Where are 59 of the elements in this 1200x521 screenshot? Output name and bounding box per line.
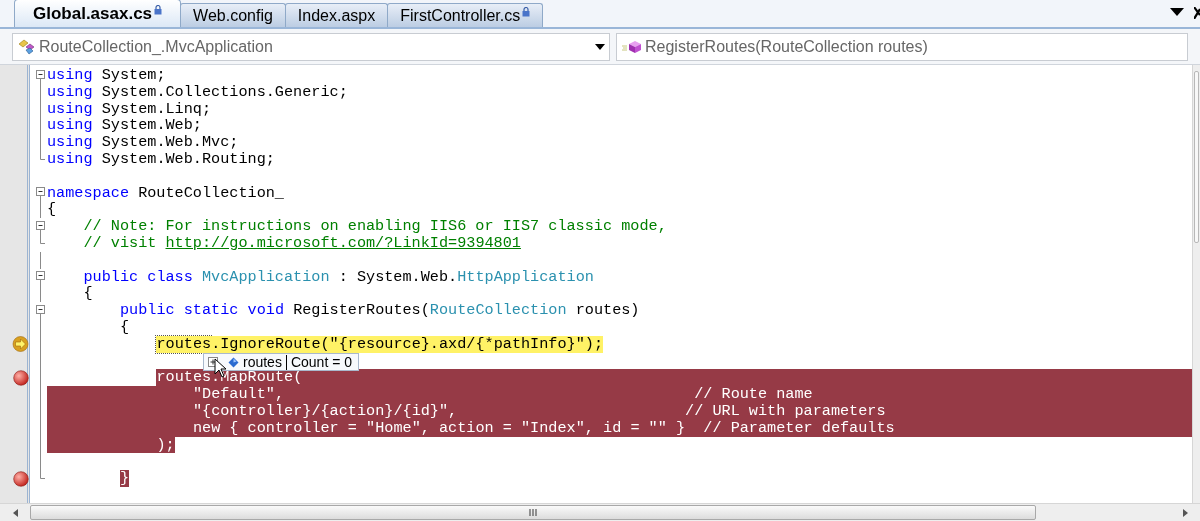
code-text: using: [47, 100, 93, 118]
datatip-value: Count = 0: [290, 352, 353, 371]
code-text: System.Linq;: [100, 100, 212, 118]
scroll-right-icon[interactable]: [1183, 508, 1188, 517]
code-text: using: [47, 67, 93, 84]
code-text: {: [119, 318, 130, 336]
breakpoint-icon[interactable]: [12, 369, 29, 386]
document-tab[interactable]: FirstController.cs: [387, 3, 544, 27]
code-text: public class: [83, 268, 194, 286]
close-icon[interactable]: [1194, 7, 1200, 19]
code-text: routes): [574, 302, 640, 319]
collapse-icon[interactable]: [36, 218, 45, 236]
document-tab[interactable]: Web.config: [180, 3, 286, 27]
code-text: // visit: [83, 234, 158, 252]
method-icon: [621, 38, 643, 55]
code-text: System.Web.Routing;: [100, 151, 275, 168]
code-text: System.Web;: [100, 117, 202, 135]
datatip-name: routes: [243, 352, 282, 371]
code-text: RegisterRoutes(: [292, 302, 430, 319]
code-text: // Note: For instructions on enabling IIS6 or IIS7 classic mode,: [83, 218, 667, 235]
code-text: using: [47, 134, 93, 151]
type-dropdown[interactable]: RouteCollection_.MvcApplication: [12, 32, 610, 61]
collapse-icon[interactable]: [36, 184, 45, 202]
code-text: MvcApplication: [201, 268, 330, 286]
member-dropdown[interactable]: RegisterRoutes(RouteCollection routes): [616, 32, 1188, 61]
code-text: using: [47, 151, 93, 168]
document-tab[interactable]: Global.asax.cs: [14, 0, 182, 27]
grip-icon: [528, 509, 538, 516]
scroll-left-icon[interactable]: [12, 508, 18, 517]
code-text: {: [83, 285, 93, 303]
document-tab[interactable]: Index.aspx: [284, 3, 389, 27]
code-text: .IgnoreRoute("{resource}.axd/{*pathInfo}");: [211, 335, 604, 353]
class-icon: [17, 38, 37, 55]
variable-icon: [228, 356, 239, 368]
collapse-icon[interactable]: [36, 302, 45, 320]
dropdown-arrow-icon: [595, 43, 605, 50]
code-text: System.Collections.Generic;: [100, 83, 348, 101]
code-text: {: [47, 201, 57, 219]
lock-icon: [522, 6, 531, 17]
code-text: routes.MapRoute(: [156, 369, 303, 387]
code-text: "Default", // Route name: [192, 386, 813, 403]
code-text: using: [47, 117, 93, 135]
code-text: RouteCollection_: [137, 184, 284, 202]
code-text: HttpApplication: [457, 268, 594, 286]
code-text: using: [47, 83, 93, 101]
code-text: System.Web.Mvc;: [100, 134, 239, 151]
lock-icon: [154, 4, 163, 15]
dropdown-arrow-icon[interactable]: [1170, 8, 1184, 16]
breakpoint-icon[interactable]: [12, 470, 29, 487]
code-text: : System.Web.: [337, 268, 458, 286]
code-text: namespace: [47, 184, 130, 202]
code-text: System;: [100, 67, 166, 84]
collapse-icon[interactable]: [36, 268, 45, 286]
code-text: }: [119, 470, 130, 487]
code-text: RouteCollection: [429, 302, 567, 319]
code-link[interactable]: http://go.microsoft.com/?LinkId=9394801: [165, 234, 521, 252]
code-text: public static void: [119, 302, 284, 319]
code-text: routes: [156, 335, 212, 353]
datatip[interactable]: routes Count = 0: [203, 353, 360, 371]
